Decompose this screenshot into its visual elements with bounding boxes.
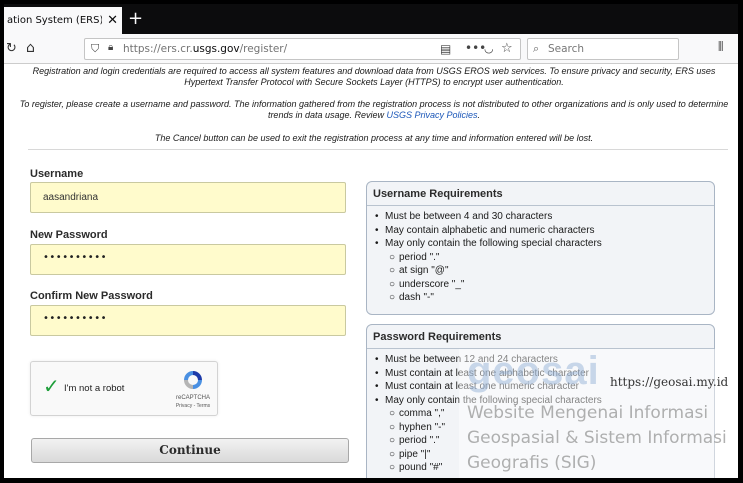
- new-tab-icon[interactable]: +: [128, 8, 143, 29]
- username-requirements-list: • Must be between 4 and 30 characters • Ma…: [375, 210, 602, 305]
- list-item-text: dash "-": [399, 292, 434, 303]
- intro-line: Registration and login credentials are r…: [32, 66, 716, 76]
- close-tab-icon[interactable]: ✕: [107, 13, 118, 28]
- tab-title: ation System (ERS): [7, 15, 102, 26]
- intro-paragraph-cancel: The Cancel button can be used to exit th…: [154, 133, 594, 143]
- list-item: ○ dash "-": [389, 292, 434, 303]
- list-item-text: period ".": [399, 435, 440, 446]
- list-item-text: period ".": [399, 251, 440, 263]
- list-item-text: pipe "|": [399, 448, 431, 460]
- new-password-value: ••••••••••: [43, 252, 107, 263]
- intro-text: .: [477, 110, 481, 120]
- list-item-text: at sign "@": [399, 265, 449, 276]
- intro-line: To register, please create a username an…: [19, 99, 729, 109]
- watermark-url: https://geosai.my.id: [610, 375, 729, 389]
- list-item-text: hyphen "-": [399, 421, 446, 433]
- recaptcha-logo-icon: [184, 371, 202, 389]
- home-icon[interactable]: ⌂: [26, 40, 35, 56]
- recaptcha-privacy-links[interactable]: Privacy - Terms: [171, 403, 215, 409]
- url-path: /register/: [239, 43, 288, 55]
- url-text[interactable]: https://ers.cr.usgs.gov/register/: [123, 43, 287, 55]
- recaptcha-widget: ✓ I'm not a robot reCAPTCHA Privacy - Te…: [30, 361, 218, 416]
- username-requirements-title: Username Requirements: [373, 188, 503, 200]
- watermark: geosai https://geosai.my.id Website Meng…: [459, 349, 738, 478]
- browser-tab[interactable]: ation System (ERS) ✕: [4, 7, 122, 34]
- list-item: • Must be between 4 and 30 characters: [375, 211, 553, 222]
- tab-strip: ation System (ERS) ✕ +: [4, 4, 738, 34]
- username-value: aasandriana: [43, 192, 99, 203]
- url-domain: usgs.gov: [192, 43, 240, 55]
- recaptcha-label: I'm not a robot: [64, 383, 125, 394]
- username-label: Username: [30, 168, 84, 180]
- lock-icon[interactable]: 🔒︎: [108, 42, 113, 53]
- privacy-policies-link[interactable]: USGS Privacy Policies: [387, 110, 478, 120]
- recaptcha-brand: reCAPTCHA: [175, 395, 210, 401]
- list-item-text: comma ",": [399, 408, 445, 419]
- divider: [367, 205, 714, 206]
- list-item-text: underscore "_": [399, 278, 465, 290]
- list-item: ○ period ".": [389, 251, 440, 263]
- url-prefix: https://ers.cr.: [123, 43, 193, 55]
- continue-button[interactable]: Continue: [31, 438, 349, 463]
- intro-paragraph-register: To register, please create a username an…: [18, 99, 730, 121]
- list-item-text: pound "#": [399, 462, 443, 473]
- browser-window: ation System (ERS) ✕ + ↻ ⌂ ⛉ 🔒︎ https://…: [0, 0, 743, 483]
- watermark-logo: geosai: [467, 349, 600, 393]
- reload-icon[interactable]: ↻: [6, 41, 17, 56]
- intro-line: trends in data usage. Review USGS Privac…: [18, 110, 730, 121]
- library-icon[interactable]: ⫴: [718, 40, 723, 55]
- search-placeholder: Search: [548, 43, 585, 55]
- confirm-password-label: Confirm New Password: [30, 290, 153, 302]
- list-item: ○ at sign "@": [389, 265, 449, 276]
- search-icon: ⌕: [533, 42, 540, 55]
- search-box[interactable]: ⌕ Search: [527, 38, 679, 60]
- reader-view-icon[interactable]: ▤: [440, 42, 451, 56]
- navigation-toolbar: ↻ ⌂ ⛉ 🔒︎ https://ers.cr.usgs.gov/registe…: [4, 34, 738, 64]
- shield-icon[interactable]: ⛉: [91, 42, 99, 56]
- new-password-input[interactable]: ••••••••••: [30, 244, 346, 275]
- divider: [28, 149, 728, 150]
- confirm-password-input[interactable]: ••••••••••: [30, 305, 346, 336]
- pocket-icon[interactable]: ◡: [484, 42, 494, 55]
- watermark-line: Geospasial & Sistem Informasi: [467, 428, 727, 448]
- watermark-line: Geografis (SIG): [467, 453, 597, 473]
- password-requirements-title: Password Requirements: [373, 331, 502, 343]
- username-input[interactable]: aasandriana: [30, 182, 346, 213]
- list-item: ○ underscore "_": [389, 278, 465, 290]
- address-bar[interactable]: ⛉ 🔒︎ https://ers.cr.usgs.gov/register/ ▤…: [84, 38, 521, 60]
- list-item: • May only contain the following special …: [375, 238, 602, 249]
- intro-paragraph-credentials: Registration and login credentials are r…: [18, 66, 730, 88]
- intro-line: Hypertext Transfer Protocol with Secure …: [184, 77, 564, 87]
- username-requirements-panel: Username Requirements • Must be between 4…: [366, 181, 715, 315]
- intro-text: trends in data usage. Review: [267, 110, 387, 120]
- checkmark-icon[interactable]: ✓: [43, 374, 60, 398]
- list-item: • May contain alphabetic and numeric char…: [375, 224, 595, 236]
- new-password-label: New Password: [30, 229, 108, 241]
- watermark-line: Website Mengenai Informasi: [467, 403, 709, 423]
- list-item-text: May only contain the following special c…: [385, 238, 602, 249]
- bookmark-star-icon[interactable]: ☆: [501, 41, 513, 56]
- list-item-text: May contain alphabetic and numeric chara…: [385, 224, 595, 236]
- list-item-text: Must be between 4 and 30 characters: [385, 211, 553, 222]
- confirm-password-value: ••••••••••: [43, 313, 107, 324]
